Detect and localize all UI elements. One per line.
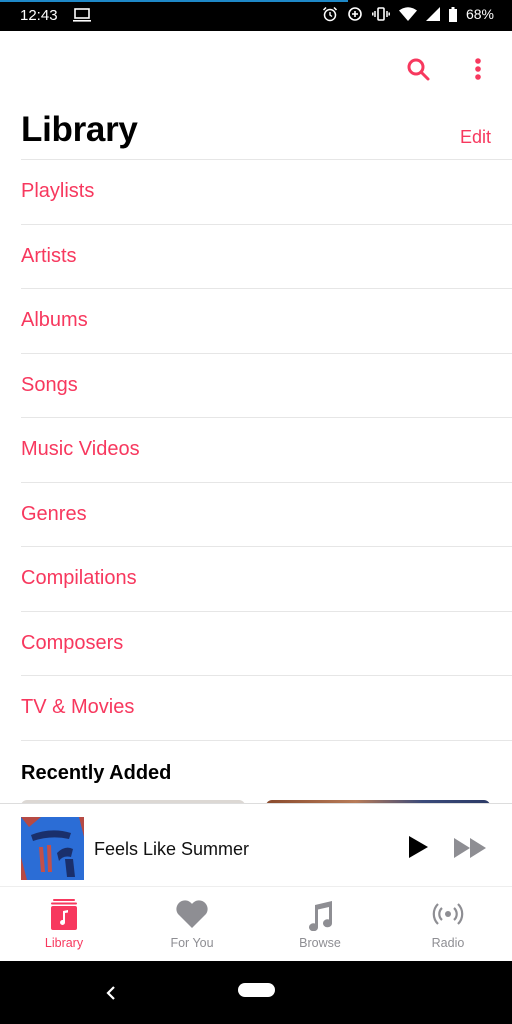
status-bar: 12:43 68% — [0, 0, 512, 31]
heart-icon — [176, 900, 208, 928]
mini-player[interactable]: Feels Like Summer — [0, 803, 512, 887]
wifi-icon — [398, 7, 417, 21]
home-button[interactable] — [238, 983, 275, 997]
tab-browse[interactable]: Browse — [256, 888, 384, 961]
library-item-playlists[interactable]: Playlists — [21, 160, 512, 225]
library-item-genres[interactable]: Genres — [21, 483, 512, 547]
list-item-label: Playlists — [21, 180, 95, 202]
system-nav-bar — [0, 961, 512, 1024]
status-progress-bar — [0, 0, 348, 2]
list-item-label: Music Videos — [21, 438, 140, 460]
list-item-label: Artists — [21, 244, 77, 267]
library-icon — [51, 899, 77, 930]
list-item-label: Genres — [21, 502, 87, 525]
list-item-label: Composers — [21, 631, 124, 654]
fast-forward-icon[interactable] — [453, 837, 487, 859]
tab-radio[interactable]: Radio — [384, 888, 512, 961]
play-icon[interactable] — [406, 834, 430, 860]
list-item-label: Albums — [21, 309, 88, 331]
edit-button[interactable]: Edit — [460, 127, 491, 148]
data-saver-icon — [348, 7, 362, 21]
battery-icon — [448, 6, 457, 22]
library-item-composers[interactable]: Composers — [21, 612, 512, 676]
tab-label: Library — [44, 936, 84, 950]
library-item-albums[interactable]: Albums — [21, 289, 512, 354]
now-playing-title[interactable]: Feels Like Summer — [94, 839, 249, 860]
tab-label: For You — [170, 936, 214, 950]
library-item-tv-movies[interactable]: TV & Movies — [21, 676, 512, 741]
tab-library[interactable]: Library — [0, 888, 128, 961]
library-item-artists[interactable]: Artists — [21, 225, 512, 289]
search-icon[interactable] — [405, 56, 431, 82]
library-item-songs[interactable]: Songs — [21, 354, 512, 418]
tab-label: Browse — [299, 936, 341, 950]
library-item-compilations[interactable]: Compilations — [21, 547, 512, 612]
signal-icon — [425, 7, 440, 21]
battery-percent: 68% — [465, 6, 494, 22]
status-icons: 68% — [322, 6, 494, 22]
library-item-music-videos[interactable]: Music Videos — [21, 418, 512, 483]
more-vert-icon[interactable] — [468, 56, 488, 82]
top-action-bar — [0, 54, 512, 84]
list-item-label: Songs — [21, 373, 78, 396]
alarm-icon — [322, 6, 337, 22]
vibrate-icon — [372, 7, 390, 21]
back-icon[interactable] — [104, 983, 118, 1003]
radio-icon — [432, 903, 464, 925]
status-time: 12:43 — [20, 7, 58, 24]
page-title: Library — [21, 110, 138, 149]
laptop-icon — [73, 8, 91, 22]
tab-bar: Library For You Browse Radio — [0, 888, 512, 961]
list-item-label: TV & Movies — [21, 696, 135, 718]
album-artwork — [21, 817, 84, 880]
music-note-icon — [309, 901, 333, 931]
tab-for-you[interactable]: For You — [128, 888, 256, 961]
recently-added-heading: Recently Added — [21, 762, 172, 784]
library-list: Playlists Artists Albums Songs Music Vid… — [0, 160, 512, 741]
tab-label: Radio — [431, 936, 465, 950]
list-item-label: Compilations — [21, 567, 137, 589]
